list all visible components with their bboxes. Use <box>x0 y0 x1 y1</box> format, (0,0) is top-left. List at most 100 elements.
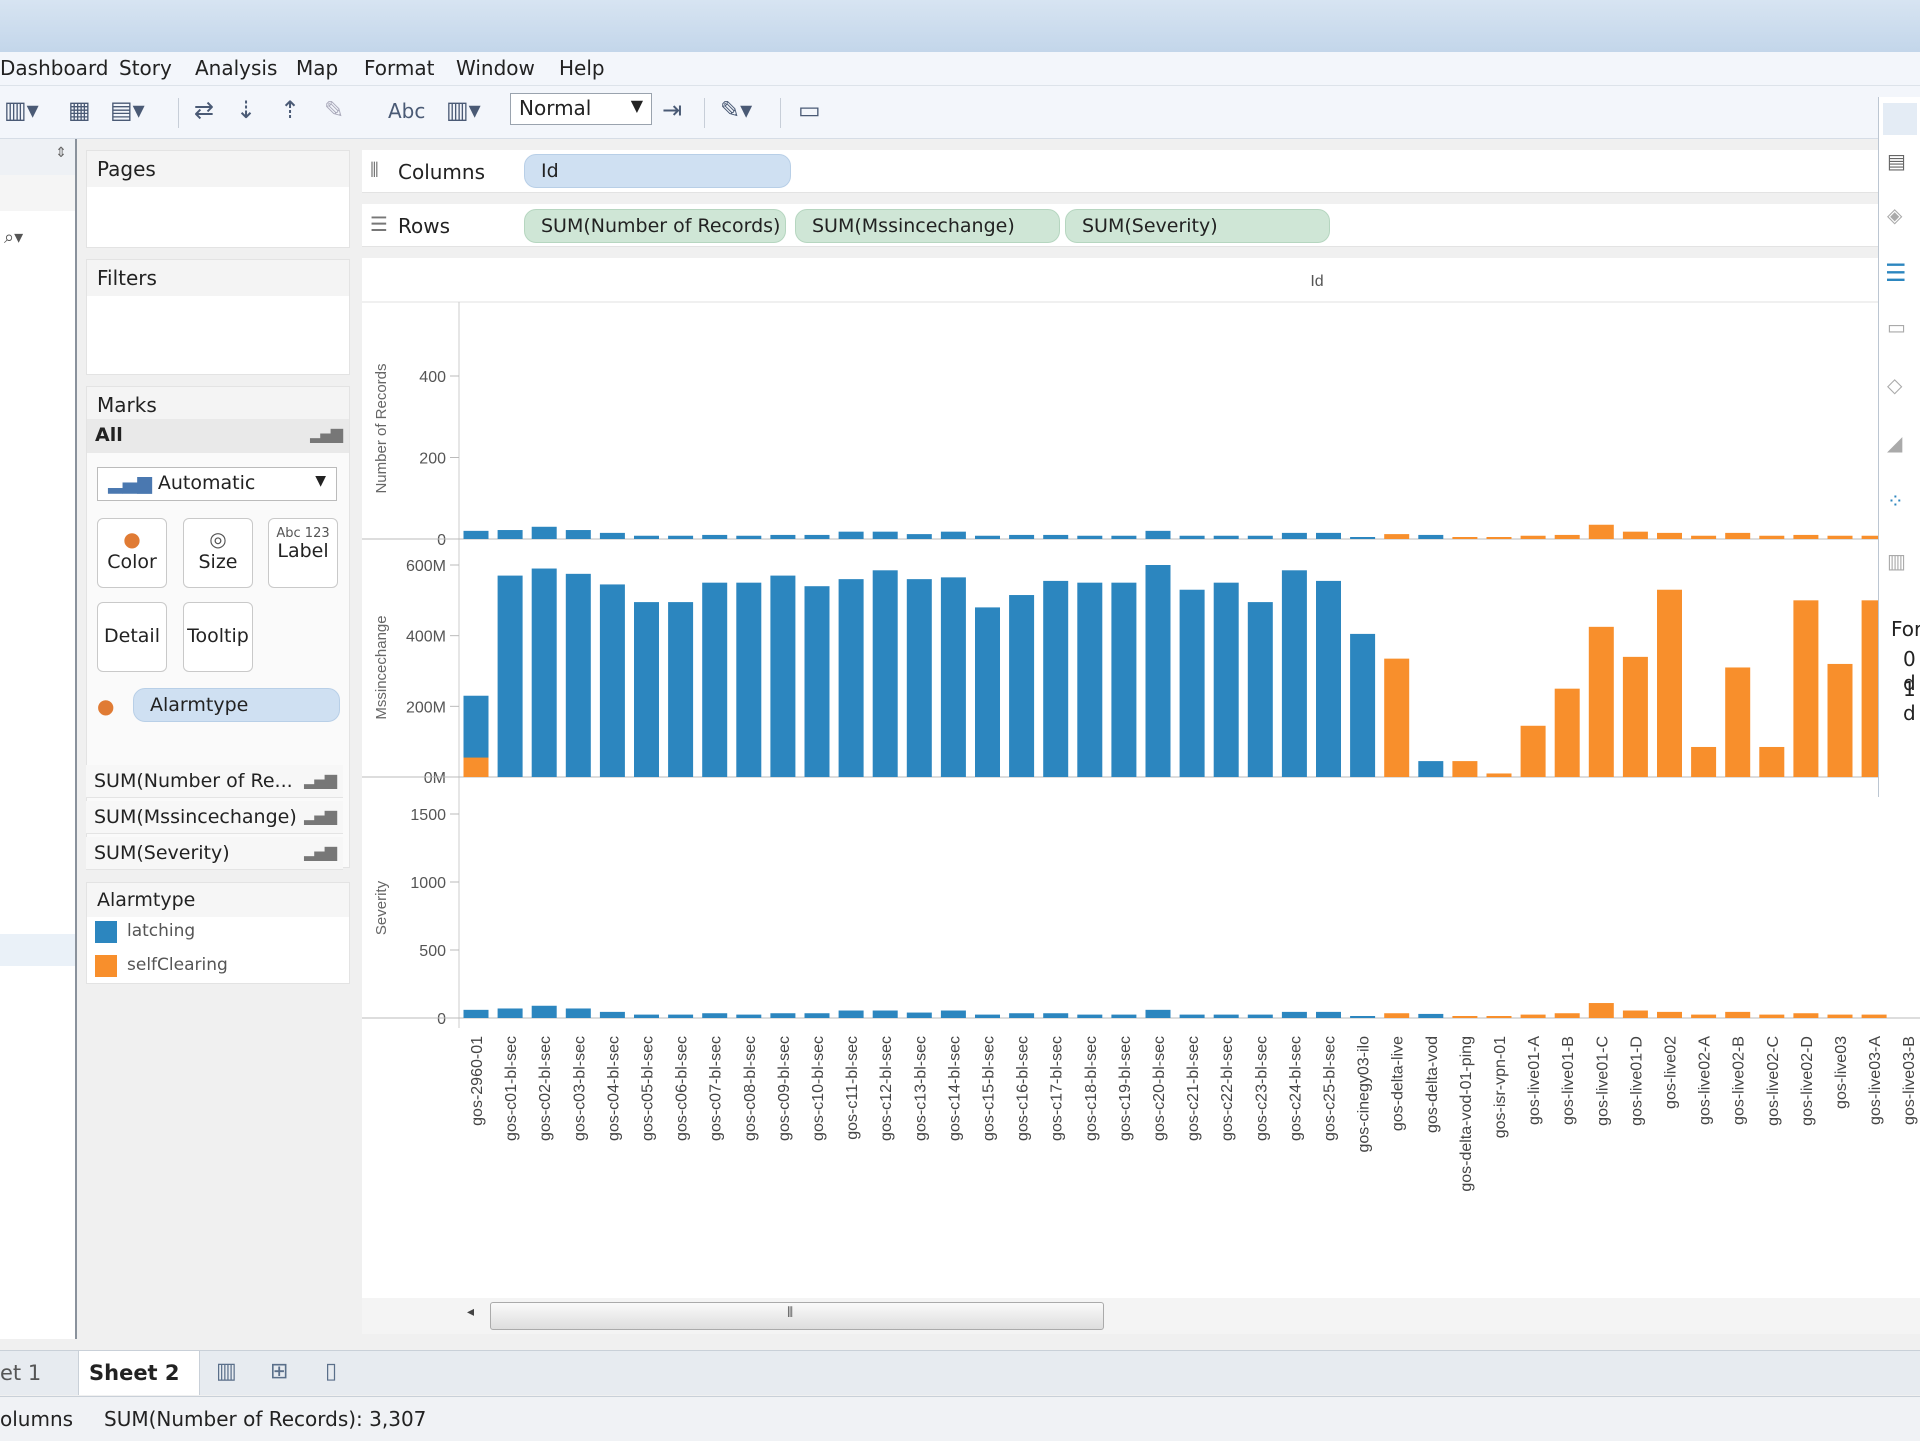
clear-sheet-icon[interactable]: ▤▾ <box>110 96 145 124</box>
bar <box>940 1010 966 1018</box>
menu-dashboard[interactable]: Dashboard <box>0 56 109 80</box>
bar-mark-icon: ▂▄▆ <box>108 472 152 494</box>
rows-pill-records[interactable]: SUM(Number of Records) <box>524 209 786 243</box>
highlight-icon[interactable]: ✎ <box>324 96 344 124</box>
area-chart-icon[interactable]: ◢ <box>1887 431 1902 455</box>
bar <box>531 568 557 777</box>
alarmtype-color-pill[interactable]: Alarmtype <box>133 688 340 722</box>
rows-pill-mssincechange[interactable]: SUM(Mssincechange) <box>795 209 1060 243</box>
bar <box>1793 600 1819 777</box>
menu-map[interactable]: Map <box>296 56 338 80</box>
rows-pill-severity[interactable]: SUM(Severity) <box>1065 209 1330 243</box>
x-tick-label: gos-c08-bl-sec <box>742 1036 759 1141</box>
selected-field-row[interactable] <box>0 934 75 966</box>
text-table-icon[interactable]: ▤ <box>1887 149 1906 173</box>
bar <box>872 1010 898 1018</box>
legend-swatch-selfclearing <box>95 955 117 977</box>
bar <box>1486 1016 1512 1018</box>
scrollbar-thumb[interactable]: ⦀ <box>490 1302 1104 1330</box>
bar <box>1520 535 1546 539</box>
bar <box>1657 532 1682 539</box>
bar <box>736 1014 762 1018</box>
gantt-icon[interactable]: ▥ <box>1887 549 1906 573</box>
x-tick-label: gos-c24-bl-sec <box>1287 1036 1304 1141</box>
x-tick-label: gos-c15-bl-sec <box>981 1036 998 1141</box>
measure-tab-label: SUM(Mssincechange) <box>94 806 297 828</box>
menu-window[interactable]: Window <box>456 56 535 80</box>
bar <box>838 579 864 777</box>
annotate-icon[interactable]: ✎▾ <box>720 96 752 124</box>
visualization-area[interactable]: Id Number of Records 0 200 400 Mssincechange 0… <box>362 258 1920 1298</box>
chevron-down-icon: ▼ <box>630 96 643 115</box>
sheet-tab-2[interactable]: Sheet 2 <box>78 1351 200 1395</box>
duplicate-sheet-icon[interactable]: ▦ <box>68 96 91 124</box>
label-button[interactable]: Abc 123 Label <box>268 518 338 588</box>
filters-card[interactable]: Filters <box>86 259 350 375</box>
bar <box>1827 1014 1853 1018</box>
x-tick-label: gos-cinegy03-ilo <box>1356 1036 1373 1153</box>
x-tick-label: gos-c10-bl-sec <box>810 1036 827 1141</box>
map-icon[interactable]: ◈ <box>1887 203 1902 227</box>
menu-story[interactable]: Story <box>119 56 172 80</box>
presentation-icon[interactable]: ▭ <box>798 96 821 124</box>
swap-icon[interactable]: ⇄ <box>194 96 214 124</box>
menu-format[interactable]: Format <box>364 56 434 80</box>
measure-tab-mssincechange[interactable]: SUM(Mssincechange) ▂▄▆ <box>86 801 343 834</box>
new-dashboard-icon[interactable]: ⊞ <box>270 1359 288 1384</box>
search-icon[interactable]: ⌕▾ <box>4 227 23 248</box>
scroll-left-icon[interactable]: ◂ <box>467 1304 474 1320</box>
show-me-help-text-1: For <box>1891 617 1920 641</box>
show-labels-button[interactable]: Abc <box>388 99 425 123</box>
bar <box>668 602 694 777</box>
hbar-icon[interactable]: ☰ <box>1885 259 1907 287</box>
scatter-icon[interactable]: ⁘ <box>1887 489 1904 513</box>
marks-all-tab[interactable]: All ▂▄▆ <box>87 419 349 453</box>
fit-select[interactable]: Normal ▼ <box>510 93 652 125</box>
bar <box>1486 773 1512 777</box>
bar <box>1725 1011 1751 1018</box>
bar <box>1452 1016 1478 1018</box>
sort-icon[interactable]: ⇕ <box>55 145 67 161</box>
pin-icon[interactable]: ⇥ <box>662 96 682 124</box>
bar <box>463 530 489 539</box>
bar <box>1281 532 1307 539</box>
pages-card[interactable]: Pages <box>86 150 350 248</box>
alarmtype-legend[interactable]: Alarmtype latching selfClearing <box>86 882 350 984</box>
bar <box>1588 626 1614 777</box>
measure-tab-severity[interactable]: SUM(Severity) ▂▄▆ <box>86 837 343 870</box>
detail-button[interactable]: Detail <box>97 602 167 672</box>
bar <box>599 1011 625 1018</box>
bar <box>1691 1014 1717 1018</box>
bar <box>1350 633 1376 777</box>
stacked-bar-icon[interactable]: ▭ <box>1887 315 1906 339</box>
size-icon: ◎ <box>209 527 227 551</box>
new-worksheet-icon[interactable]: ▥ <box>216 1359 237 1384</box>
color-icon: ● <box>123 527 141 551</box>
new-worksheet-icon[interactable]: ▥▾ <box>4 96 39 124</box>
bar <box>906 534 932 539</box>
bar <box>1145 530 1171 539</box>
color-button[interactable]: ● Color <box>97 518 167 588</box>
sort-descending-icon[interactable]: ⇡ <box>280 96 300 124</box>
y-tick-label: 0 <box>437 532 446 549</box>
show-me-chart-icon[interactable]: ▥▾ <box>446 96 481 124</box>
bar <box>872 570 898 777</box>
new-story-icon[interactable]: ▯ <box>325 1359 337 1384</box>
bar <box>1316 532 1341 539</box>
bar <box>497 530 523 539</box>
label-button-label: Label <box>277 540 329 562</box>
menu-help[interactable]: Help <box>559 56 605 80</box>
show-me-panel[interactable]: ▤ ◈ ☰ ▭ ◇ ◢ ⁘ ▥ For 0 d 1 d <box>1878 97 1920 797</box>
sheet-tab-1[interactable]: et 1 <box>0 1361 41 1385</box>
size-button[interactable]: ◎ Size <box>183 518 253 588</box>
tooltip-button[interactable]: Tooltip <box>183 602 253 672</box>
sort-ascending-icon[interactable]: ⇣ <box>236 96 256 124</box>
horizontal-scrollbar[interactable]: ◂ ⦀ <box>362 1298 1920 1334</box>
line-chart-icon[interactable]: ◇ <box>1887 373 1902 397</box>
bar <box>1145 1009 1171 1018</box>
menu-analysis[interactable]: Analysis <box>195 56 277 80</box>
columns-pill-id[interactable]: Id <box>524 154 791 188</box>
measure-tab-records[interactable]: SUM(Number of Re... ▂▄▆ <box>86 765 343 798</box>
bar <box>634 602 659 777</box>
mark-type-select[interactable]: ▂▄▆ Automatic ▼ <box>97 467 337 501</box>
